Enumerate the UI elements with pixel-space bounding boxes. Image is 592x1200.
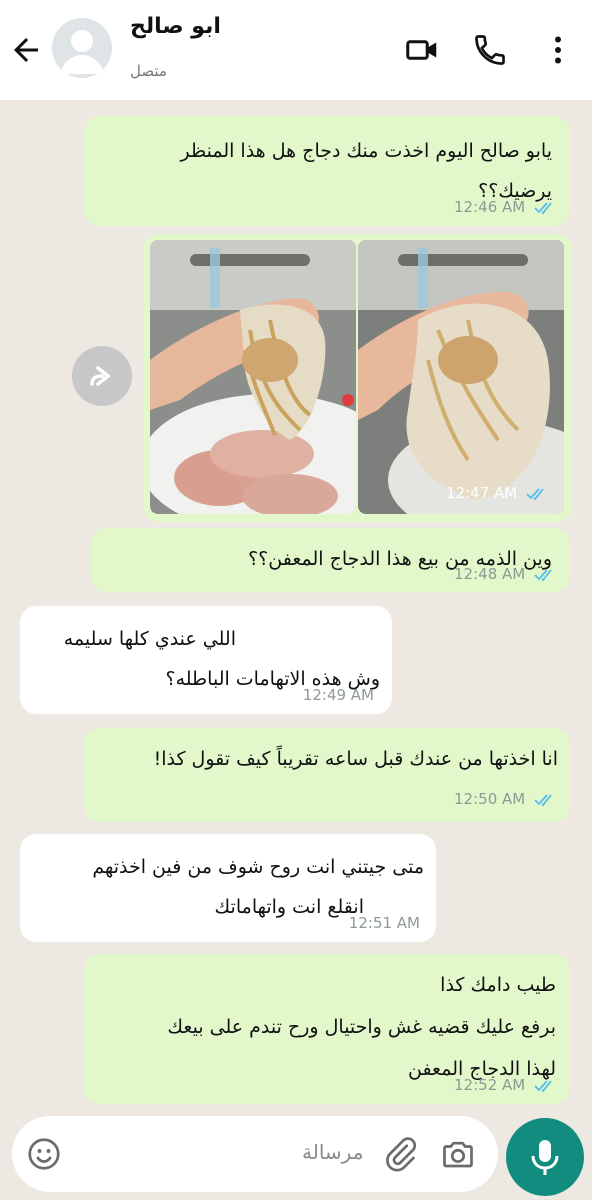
message-input[interactable]: مرسالة	[12, 1116, 498, 1192]
chat-header: ابو صالح متصل	[0, 0, 592, 100]
message-list[interactable]: يابو صالح اليوم اخذت منك دجاج هل هذا الم…	[0, 100, 592, 1110]
message-text: طيب دامك كذا	[440, 974, 556, 996]
image-message[interactable]: 12:47 AM	[144, 234, 572, 522]
avatar[interactable]	[52, 18, 112, 78]
message-text: اللي عندي كلها سليمه	[63, 628, 236, 650]
message-bubble-incoming[interactable]: اللي عندي كلها سليمه وش هذه الاتهامات ال…	[20, 606, 392, 714]
contact-status: متصل	[130, 62, 167, 80]
message-bubble-outgoing[interactable]: طيب دامك كذا برفع عليك قضيه غش واحتيال و…	[84, 954, 570, 1104]
read-receipt-icon	[534, 568, 552, 581]
message-meta: 12:47 AM	[446, 484, 548, 502]
message-meta: 12:52 AM	[454, 1076, 556, 1094]
message-time: 12:51 AM	[348, 914, 420, 932]
message-text: برفع عليك قضيه غش واحتيال ورح تندم على ب…	[167, 1016, 556, 1038]
message-meta: 12:46 AM	[454, 198, 556, 216]
microphone-icon	[531, 1140, 559, 1175]
message-time: 12:48 AM	[454, 565, 526, 583]
forward-button[interactable]	[72, 346, 132, 406]
video-call-icon[interactable]	[404, 32, 440, 68]
message-bubble-outgoing[interactable]: انا اخذتها من عندك قبل ساعه تقريباً كيف …	[84, 728, 570, 822]
message-time: 12:50 AM	[454, 790, 526, 808]
message-time: 12:46 AM	[454, 198, 526, 216]
chicken-photo[interactable]: 12:47 AM	[358, 240, 564, 514]
composer-bar: مرسالة	[0, 1110, 592, 1199]
camera-icon[interactable]	[440, 1136, 476, 1172]
message-placeholder[interactable]: مرسالة	[302, 1140, 363, 1164]
message-time: 12:52 AM	[454, 1076, 526, 1094]
message-text: انقلع انت واتهاماتك	[214, 896, 364, 918]
message-time: 12:47 AM	[446, 484, 518, 502]
message-bubble-outgoing[interactable]: يابو صالح اليوم اخذت منك دجاج هل هذا الم…	[84, 116, 570, 226]
message-meta: 12:50 AM	[454, 790, 556, 808]
message-text: انا اخذتها من عندك قبل ساعه تقريباً كيف …	[153, 748, 558, 770]
paperclip-icon[interactable]	[382, 1136, 418, 1172]
phone-icon[interactable]	[472, 32, 508, 68]
message-bubble-outgoing[interactable]: وين الذمه من بيع هذا الدجاج المعفن؟؟ 12:…	[90, 528, 570, 592]
message-meta: 12:48 AM	[454, 565, 556, 583]
mic-button[interactable]	[506, 1118, 584, 1196]
forward-icon	[90, 366, 111, 386]
contact-name[interactable]: ابو صالح	[130, 14, 221, 39]
read-receipt-icon	[526, 487, 544, 500]
chicken-photo[interactable]	[150, 240, 356, 514]
message-text: يابو صالح اليوم اخذت منك دجاج هل هذا الم…	[180, 140, 552, 162]
read-receipt-icon	[534, 201, 552, 214]
message-text: متى جيتني انت روح شوف من فين اخذتهم	[92, 856, 424, 878]
read-receipt-icon	[534, 793, 552, 806]
message-bubble-incoming[interactable]: متى جيتني انت روح شوف من فين اخذتهم انقل…	[20, 834, 436, 942]
message-time: 12:49 AM	[302, 686, 374, 704]
read-receipt-icon	[534, 1079, 552, 1092]
emoji-icon[interactable]	[26, 1136, 62, 1172]
more-vert-icon[interactable]	[540, 32, 576, 68]
arrow-left-icon[interactable]	[8, 32, 44, 68]
